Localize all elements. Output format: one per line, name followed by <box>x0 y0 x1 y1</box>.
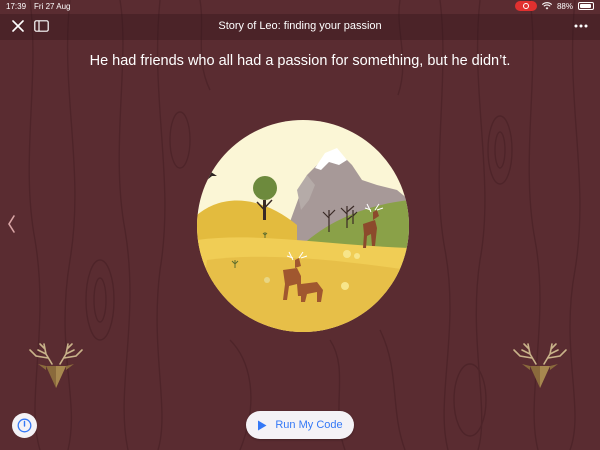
chevron-left-icon[interactable] <box>6 214 16 234</box>
story-narration: He had friends who all had a passion for… <box>89 53 511 69</box>
deer-head-icon <box>29 343 83 388</box>
status-bar: 17:39 Fri 27 Aug 88% <box>0 0 600 14</box>
speed-control-button[interactable] <box>12 413 37 438</box>
previous-page-button[interactable] <box>24 340 88 392</box>
run-my-code-button[interactable]: Run My Code <box>246 411 354 439</box>
page-title: Story of Leo: finding your passion <box>218 20 382 32</box>
run-my-code-label: Run My Code <box>275 419 343 431</box>
status-date: Fri 27 Aug <box>34 2 71 11</box>
battery-icon <box>578 2 594 10</box>
battery-level <box>580 4 591 8</box>
play-icon <box>258 420 267 430</box>
battery-percentage: 88% <box>556 1 573 11</box>
wifi-icon <box>541 2 552 10</box>
next-page-button[interactable] <box>508 340 572 392</box>
record-icon <box>522 3 529 9</box>
deer-head-icon <box>513 343 567 388</box>
story-illustration <box>197 120 409 332</box>
more-icon <box>574 24 588 28</box>
status-time: 17:39 <box>6 2 27 11</box>
timer-icon <box>17 418 32 433</box>
more-button[interactable] <box>572 18 590 34</box>
story-screen: 17:39 Fri 27 Aug 88% Story of Leo: findi… <box>0 0 600 450</box>
screen-recording-indicator[interactable] <box>514 1 537 11</box>
